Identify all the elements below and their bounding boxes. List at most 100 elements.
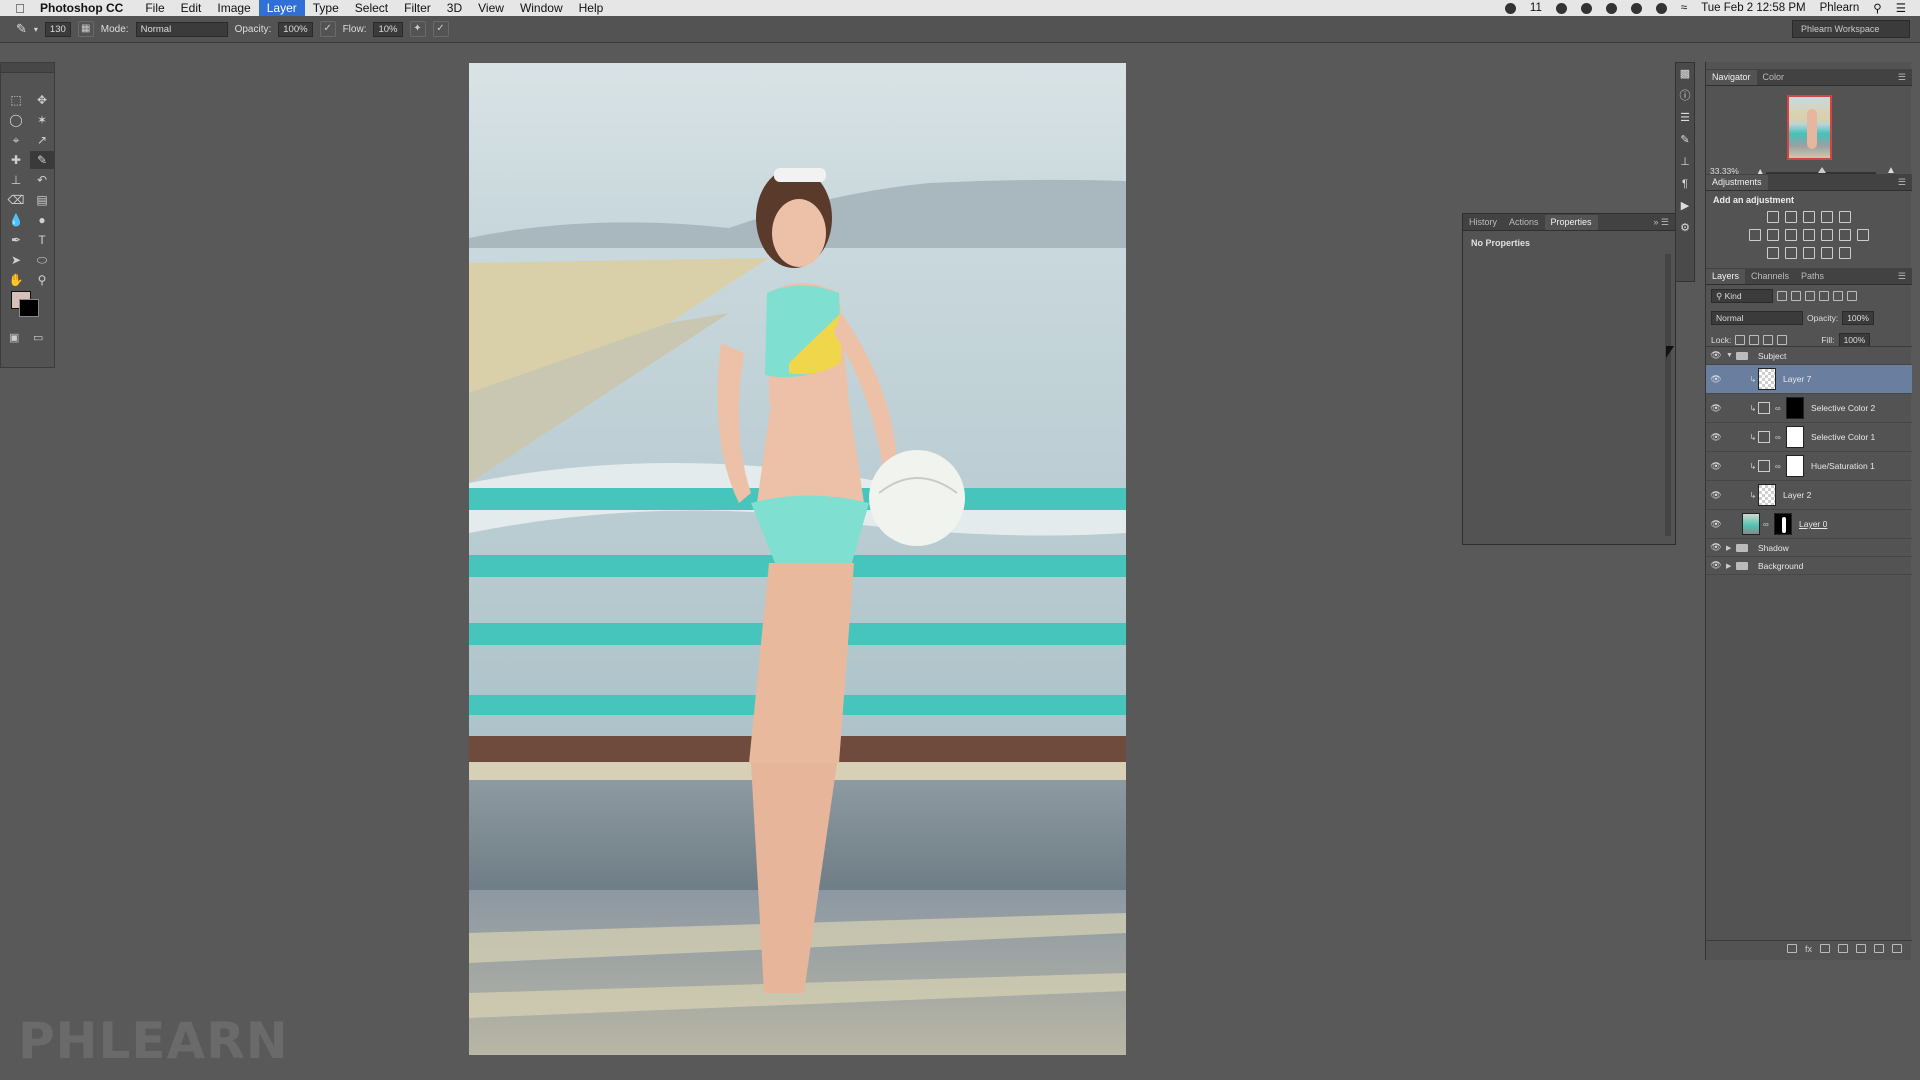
lock-position-icon[interactable]: [1763, 335, 1774, 345]
tab-channels[interactable]: Channels: [1745, 269, 1795, 284]
menu-filter[interactable]: Filter: [396, 0, 439, 16]
threshold-icon[interactable]: [1803, 247, 1815, 259]
color-lookup-icon[interactable]: [1857, 229, 1869, 241]
layers-menu-icon[interactable]: ☰: [1892, 269, 1912, 284]
filter-shape-icon[interactable]: [1819, 291, 1829, 301]
group-expanded-arrow-icon[interactable]: ▼: [1726, 352, 1736, 359]
vibrance-icon[interactable]: [1749, 229, 1761, 241]
flow-input[interactable]: 10%: [373, 21, 403, 37]
layer-row-shadow[interactable]: 👁 ▶ Shadow: [1706, 539, 1912, 557]
layer-row-layer-7[interactable]: 👁 ↳ Layer 7: [1706, 365, 1912, 394]
app-menu[interactable]: Photoshop CC: [40, 1, 123, 15]
menu-help[interactable]: Help: [571, 0, 612, 16]
add-mask-icon[interactable]: [1820, 944, 1830, 953]
brush-tool-icon[interactable]: ✎: [30, 151, 54, 169]
type-tool-icon[interactable]: T: [30, 231, 54, 249]
quick-mask-icon[interactable]: ▣: [9, 331, 19, 344]
levels-icon[interactable]: [1785, 211, 1797, 223]
brush-tool-icon[interactable]: ✎: [16, 21, 27, 37]
gradient-tool-icon[interactable]: ▤: [30, 191, 54, 209]
airbrush-icon[interactable]: ✦: [409, 21, 426, 37]
color-balance-icon[interactable]: [1785, 229, 1797, 241]
mask-link-icon[interactable]: ∞: [1763, 520, 1771, 529]
navigator-thumbnail[interactable]: [1787, 95, 1832, 160]
selective-color-icon[interactable]: [1821, 247, 1833, 259]
record-icon[interactable]: [1605, 2, 1617, 14]
background-color-swatch[interactable]: [19, 299, 39, 317]
layer-row-background[interactable]: 👁 ▶ Background: [1706, 557, 1912, 575]
visibility-eye-icon[interactable]: 👁: [1706, 432, 1726, 443]
properties-scrollbar[interactable]: [1665, 254, 1671, 536]
hand-tool-icon[interactable]: ✋: [4, 271, 28, 289]
workspace-select[interactable]: Phlearn Workspace: [1792, 20, 1910, 38]
posterize-icon[interactable]: [1785, 247, 1797, 259]
crop-tool-icon[interactable]: ⌖: [4, 131, 28, 149]
eraser-tool-icon[interactable]: ⌫: [4, 191, 28, 209]
menu-edit[interactable]: Edit: [173, 0, 210, 16]
visibility-eye-icon[interactable]: 👁: [1706, 461, 1726, 472]
layer-row-hue-saturation-1[interactable]: 👁 ↳ ∞ Hue/Saturation 1: [1706, 452, 1912, 481]
layer-row-layer-2[interactable]: 👁 ↳ Layer 2: [1706, 481, 1912, 510]
visibility-eye-icon[interactable]: 👁: [1706, 403, 1726, 414]
tab-paths[interactable]: Paths: [1795, 269, 1830, 284]
mode-select[interactable]: Normal: [135, 21, 228, 37]
pressure-opacity-icon[interactable]: ✓: [319, 21, 336, 37]
black-white-icon[interactable]: [1803, 229, 1815, 241]
photo-filter-icon[interactable]: [1821, 229, 1833, 241]
pen-tool-icon[interactable]: ✒: [4, 231, 28, 249]
visibility-eye-icon[interactable]: 👁: [1706, 490, 1726, 501]
new-group-icon[interactable]: [1856, 944, 1866, 953]
notification-center-icon[interactable]: ☰: [1896, 1, 1906, 15]
fill-input[interactable]: 100%: [1838, 333, 1871, 347]
document-canvas[interactable]: [469, 63, 1126, 1055]
paragraph-icon[interactable]: ¶: [1676, 173, 1694, 195]
menu-file[interactable]: File: [137, 0, 172, 16]
blend-mode-select[interactable]: Normal: [1711, 311, 1803, 325]
info-icon[interactable]: ⓘ: [1676, 85, 1694, 107]
menu-3d[interactable]: 3D: [439, 0, 470, 16]
blur-tool-icon[interactable]: 💧: [4, 211, 28, 229]
mask-link-icon[interactable]: ∞: [1775, 462, 1783, 471]
zoom-tool-icon[interactable]: ⚲: [30, 271, 54, 289]
magic-wand-tool-icon[interactable]: ✶: [30, 111, 54, 129]
tab-history[interactable]: History: [1463, 215, 1503, 230]
menu-view[interactable]: View: [470, 0, 512, 16]
zoom-slider-handle[interactable]: [1818, 167, 1826, 173]
play-icon[interactable]: ▶: [1676, 195, 1694, 217]
eyedropper-tool-icon[interactable]: ↗: [30, 131, 54, 149]
exposure-icon[interactable]: [1821, 211, 1833, 223]
clone-source-icon[interactable]: ⊥: [1676, 151, 1694, 173]
visibility-eye-icon[interactable]: 👁: [1706, 519, 1726, 530]
gradient-triangle-icon[interactable]: [1839, 211, 1851, 223]
sync-icon[interactable]: [1580, 2, 1592, 14]
layer-mask-thumbnail[interactable]: [1786, 426, 1804, 448]
healing-brush-tool-icon[interactable]: ✚: [4, 151, 28, 169]
lasso-tool-icon[interactable]: ◯: [4, 111, 28, 129]
visibility-eye-icon[interactable]: 👁: [1706, 542, 1726, 553]
lock-pixels-icon[interactable]: [1749, 335, 1760, 345]
brush-presets-icon[interactable]: ✎: [1676, 129, 1694, 151]
layer-row-selective-color-2[interactable]: 👁 ↳ ∞ Selective Color 2: [1706, 394, 1912, 423]
link-layers-icon[interactable]: [1786, 944, 1797, 953]
curves-icon[interactable]: [1803, 211, 1815, 223]
layer-mask-thumbnail[interactable]: [1786, 397, 1804, 419]
channel-mixer-icon[interactable]: [1839, 229, 1851, 241]
group-collapsed-arrow-icon[interactable]: ▶: [1726, 562, 1736, 570]
marquee-tool-icon[interactable]: ⬚: [4, 91, 28, 109]
layer-opacity-input[interactable]: 100%: [1842, 311, 1874, 325]
layer-row-subject[interactable]: 👁 ▼ Subject: [1706, 347, 1912, 365]
hue-saturation-icon[interactable]: [1767, 229, 1779, 241]
properties-icon[interactable]: ⚙: [1676, 217, 1694, 239]
clone-stamp-tool-icon[interactable]: ⊥: [4, 171, 28, 189]
tab-properties[interactable]: Properties: [1544, 215, 1598, 230]
layer-mask-thumbnail[interactable]: [1774, 513, 1792, 535]
lock-all-icon[interactable]: [1777, 335, 1788, 345]
user-menu[interactable]: Phlearn: [1820, 2, 1860, 14]
wifi-icon[interactable]: ≈: [1681, 2, 1687, 14]
filter-pixel-icon[interactable]: [1777, 291, 1787, 301]
mask-link-icon[interactable]: ∞: [1775, 404, 1783, 413]
dodge-tool-icon[interactable]: ●: [30, 211, 54, 229]
gradient-map-icon[interactable]: [1839, 247, 1851, 259]
tab-actions[interactable]: Actions: [1503, 215, 1545, 230]
brush-size-picker[interactable]: 130: [44, 21, 71, 37]
